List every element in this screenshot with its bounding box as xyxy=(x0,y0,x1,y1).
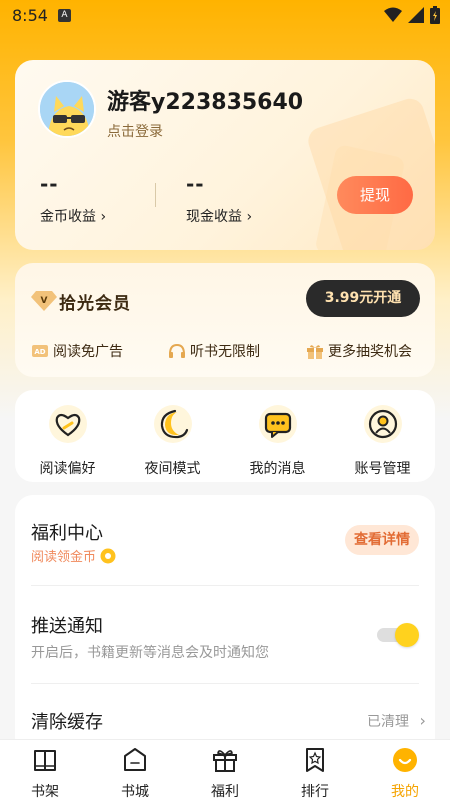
clear-cache-title[interactable]: 清除缓存 xyxy=(31,708,103,734)
tool-reading-preference[interactable]: 阅读偏好 xyxy=(15,404,120,478)
vip-perk-label: 阅读免广告 xyxy=(53,344,123,360)
message-icon xyxy=(258,405,297,443)
tool-label: 我的消息 xyxy=(249,461,306,477)
vip-card: V 拾光会员 3.99元开通 AD 阅读免广告 听书无限制 更多抽奖机会 xyxy=(15,263,435,377)
tool-label: 账号管理 xyxy=(354,461,411,477)
tool-night-mode[interactable]: 夜间模式 xyxy=(120,404,225,478)
user-icon xyxy=(363,405,402,443)
tab-profile[interactable]: 我的 xyxy=(370,746,440,800)
view-details-button[interactable]: 查看详情 xyxy=(345,525,419,555)
status-bar: 8:54 A xyxy=(0,0,450,32)
welfare-subtitle: 阅读领金币 xyxy=(31,546,116,565)
bookshelf-icon xyxy=(34,750,56,771)
tab-label: 福利 xyxy=(211,784,239,800)
svg-text:V: V xyxy=(41,296,48,306)
cash-earnings-link[interactable]: 现金收益 › xyxy=(186,206,252,226)
stat-divider xyxy=(155,183,156,207)
svg-text:AD: AD xyxy=(34,348,45,356)
cash-value: -- xyxy=(186,172,205,196)
status-icons xyxy=(384,6,440,24)
tab-label: 我的 xyxy=(391,784,419,800)
tool-account-management[interactable]: 账号管理 xyxy=(330,404,435,478)
moon-icon xyxy=(153,405,192,443)
vip-perk-label: 更多抽奖机会 xyxy=(328,344,412,360)
vip-perk-lottery[interactable]: 更多抽奖机会 xyxy=(306,341,412,361)
tab-ranking[interactable]: 排行 xyxy=(280,746,350,800)
bottom-tab-bar: 书架 书城 福利 排行 我的 xyxy=(0,739,450,800)
toggle-knob xyxy=(395,623,419,647)
divider xyxy=(31,683,419,684)
settings-card: 福利中心 阅读领金币 查看详情 推送通知 开启后，书籍更新等消息会及时通知您 清… xyxy=(15,495,435,755)
heart-icon xyxy=(48,405,87,443)
signal-icon xyxy=(408,7,424,23)
push-notification-toggle[interactable] xyxy=(375,622,419,648)
chevron-right-icon: › xyxy=(419,711,426,730)
vip-diamond-icon: V xyxy=(31,291,57,311)
divider xyxy=(31,585,419,586)
status-time: 8:54 xyxy=(12,6,48,25)
avatar[interactable] xyxy=(38,80,96,138)
vip-perk-label: 听书无限制 xyxy=(190,344,260,360)
tab-bookstore[interactable]: 书城 xyxy=(100,746,170,800)
cache-status: 已清理 xyxy=(367,714,409,730)
tab-welfare[interactable]: 福利 xyxy=(190,746,260,800)
tools-card: 阅读偏好 夜间模式 我的消息 账号管理 xyxy=(15,390,435,482)
tab-label: 书城 xyxy=(121,784,149,800)
push-notification-desc: 开启后，书籍更新等消息会及时通知您 xyxy=(31,645,269,661)
coin-earnings-link[interactable]: 金币收益 › xyxy=(40,206,106,226)
chevron-right-icon: › xyxy=(100,209,107,225)
coin-value: -- xyxy=(40,172,59,196)
profile-icon xyxy=(393,748,417,772)
withdraw-button[interactable]: 提现 xyxy=(337,176,413,214)
battery-icon xyxy=(430,6,440,24)
tab-bookshelf[interactable]: 书架 xyxy=(10,746,80,800)
coin-label: 金币收益 xyxy=(40,209,96,225)
tool-my-messages[interactable]: 我的消息 xyxy=(225,404,330,478)
avatar-cat-icon xyxy=(40,82,94,136)
vip-perk-ad-free[interactable]: AD 阅读免广告 xyxy=(31,341,123,361)
chevron-right-icon: › xyxy=(246,209,253,225)
wifi-icon xyxy=(384,7,402,22)
welfare-icon xyxy=(213,750,237,772)
login-link[interactable]: 点击登录 xyxy=(107,121,163,141)
account-card: 游客y223835640 点击登录 -- 金币收益 › -- 现金收益 › 提现 xyxy=(15,60,435,250)
tab-label: 排行 xyxy=(301,784,329,800)
gift-icon xyxy=(307,345,323,359)
clear-cache-row[interactable]: 已清理 › xyxy=(367,711,426,731)
ad-free-icon: AD xyxy=(32,345,48,357)
ranking-icon xyxy=(306,748,324,772)
push-notification-title: 推送通知 xyxy=(31,616,103,637)
notification-badge: A xyxy=(58,9,71,22)
bookstore-icon xyxy=(124,748,146,771)
tool-label: 阅读偏好 xyxy=(39,461,96,477)
tool-label: 夜间模式 xyxy=(144,461,201,477)
vip-perk-audiobook[interactable]: 听书无限制 xyxy=(168,341,260,361)
vip-subscribe-button[interactable]: 3.99元开通 xyxy=(306,280,420,317)
cash-label: 现金收益 xyxy=(186,209,242,225)
welfare-subtitle-text: 阅读领金币 xyxy=(31,550,97,565)
coin-icon xyxy=(100,548,116,563)
headphones-icon xyxy=(169,343,185,358)
welfare-center-title[interactable]: 福利中心 xyxy=(31,519,103,545)
vip-title: 拾光会员 xyxy=(59,294,131,314)
tab-label: 书架 xyxy=(31,784,59,800)
username[interactable]: 游客y223835640 xyxy=(107,84,303,116)
